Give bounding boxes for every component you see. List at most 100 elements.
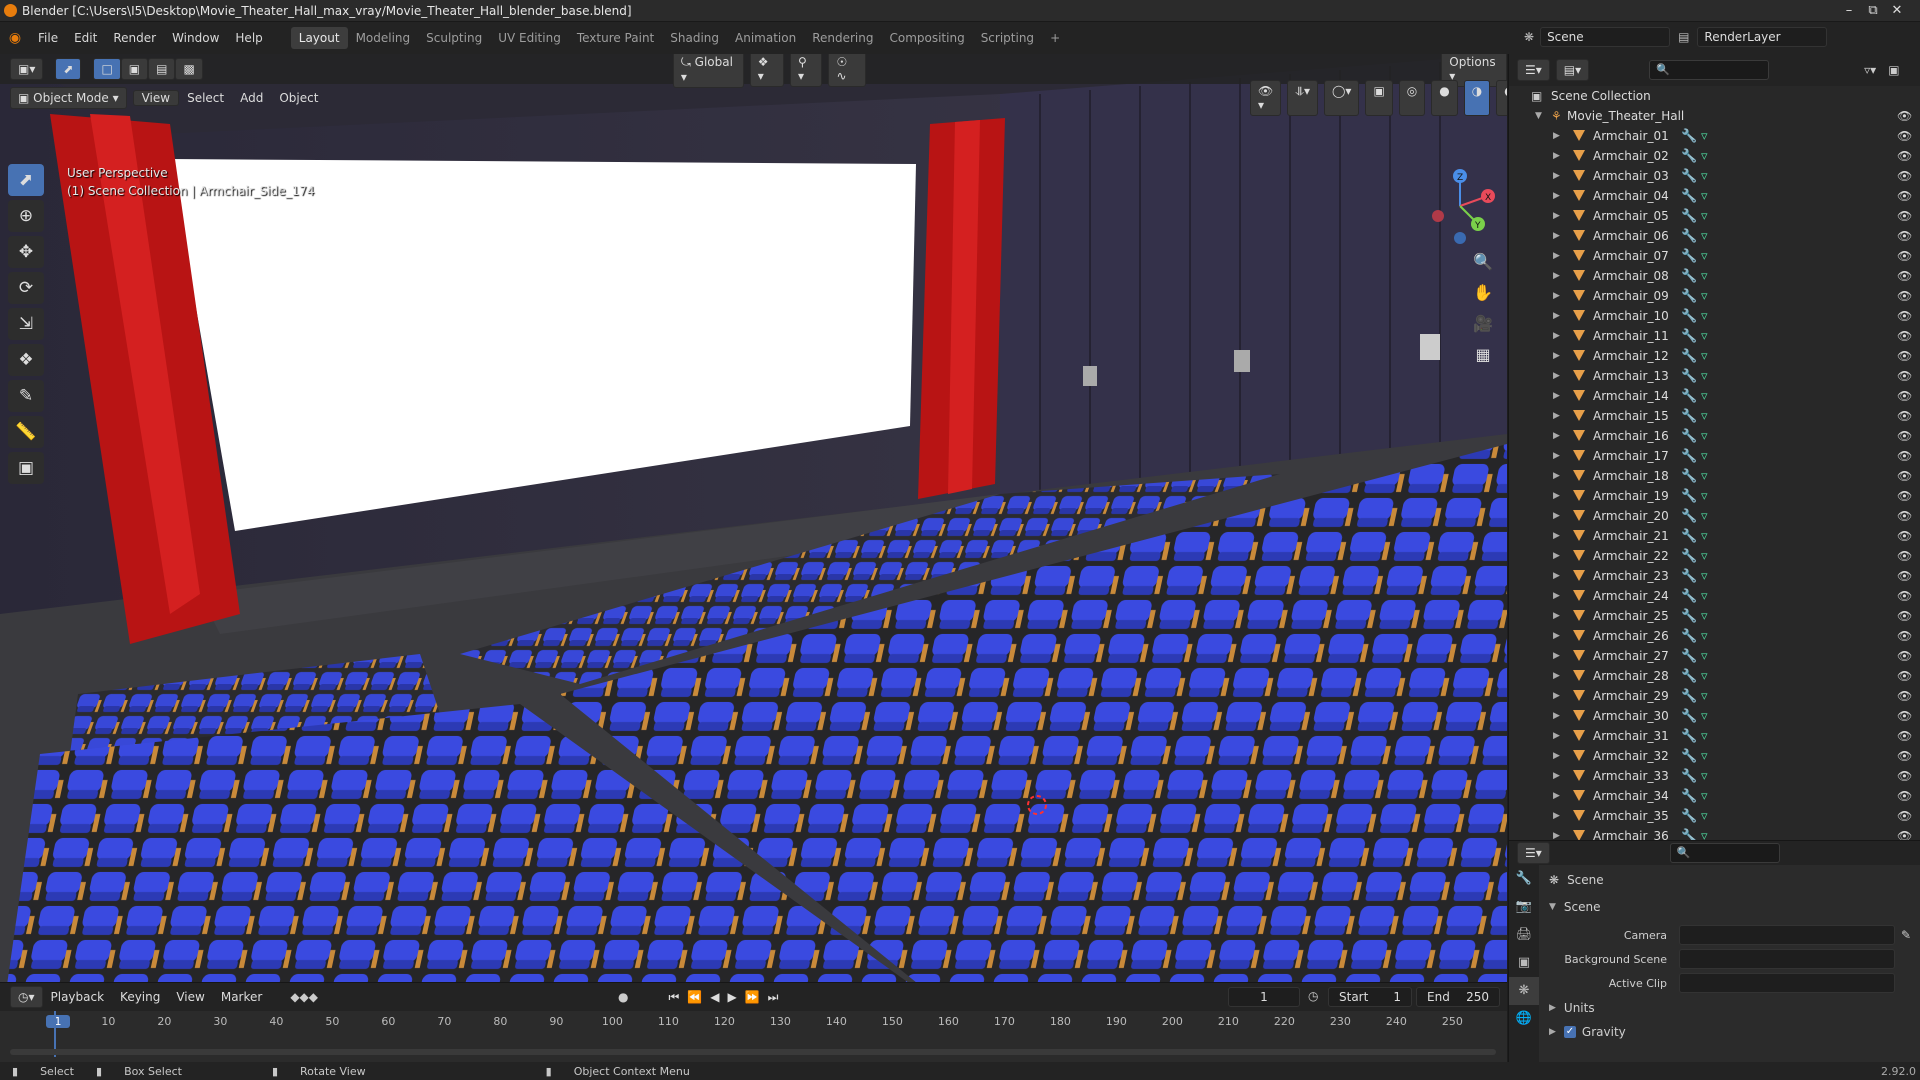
mesh-data-icon[interactable]: ▿	[1701, 829, 1708, 841]
mesh-data-icon[interactable]: ▿	[1701, 609, 1708, 624]
move-tool-icon[interactable]: ✥	[8, 236, 44, 268]
modifier-icon[interactable]: 🔧	[1681, 829, 1697, 841]
modifier-icon[interactable]: 🔧	[1681, 669, 1697, 684]
outliner-item[interactable]: ▶ Armchair_24 🔧 ▿ 👁	[1509, 586, 1920, 606]
outliner-item[interactable]: ▶ Armchair_32 🔧 ▿ 👁	[1509, 746, 1920, 766]
visibility-eye-icon[interactable]: 👁	[1897, 209, 1912, 223]
visibility-eye-icon[interactable]: 👁	[1897, 169, 1912, 183]
mesh-data-icon[interactable]: ▿	[1701, 269, 1708, 284]
menu-help[interactable]: Help	[227, 31, 270, 45]
mesh-data-icon[interactable]: ▿	[1701, 569, 1708, 584]
mesh-data-icon[interactable]: ▿	[1701, 449, 1708, 464]
modifier-icon[interactable]: 🔧	[1681, 689, 1697, 704]
modifier-icon[interactable]: 🔧	[1681, 309, 1697, 324]
visibility-eye-icon[interactable]: 👁	[1897, 189, 1912, 203]
modifier-icon[interactable]: 🔧	[1681, 369, 1697, 384]
mesh-data-icon[interactable]: ▿	[1701, 389, 1708, 404]
mesh-data-icon[interactable]: ▿	[1701, 369, 1708, 384]
outliner-item[interactable]: ▶ Armchair_11 🔧 ▿ 👁	[1509, 326, 1920, 346]
outliner-item[interactable]: ▶ Armchair_03 🔧 ▿ 👁	[1509, 166, 1920, 186]
modifier-icon[interactable]: 🔧	[1681, 249, 1697, 264]
modifier-icon[interactable]: 🔧	[1681, 129, 1697, 144]
menu-select[interactable]: Select	[179, 91, 232, 105]
proportional-toggle[interactable]: ☉ ∿	[828, 54, 867, 87]
blender-menu-icon[interactable]: ◉	[0, 30, 30, 46]
outliner-item[interactable]: ▶ Armchair_22 🔧 ▿ 👁	[1509, 546, 1920, 566]
mesh-data-icon[interactable]: ▿	[1701, 469, 1708, 484]
modifier-icon[interactable]: 🔧	[1681, 449, 1697, 464]
expand-arrow-icon[interactable]: ▶	[1553, 791, 1560, 801]
tab-shading[interactable]: Shading	[662, 27, 727, 49]
expand-arrow-icon[interactable]: ▶	[1553, 391, 1560, 401]
modifier-icon[interactable]: 🔧	[1681, 389, 1697, 404]
outliner-item[interactable]: ▶ Armchair_05 🔧 ▿ 👁	[1509, 206, 1920, 226]
expand-arrow-icon[interactable]: ▶	[1553, 451, 1560, 461]
modifier-icon[interactable]: 🔧	[1681, 189, 1697, 204]
properties-search-input[interactable]: 🔍	[1669, 843, 1780, 863]
tab-rendering[interactable]: Rendering	[804, 27, 881, 49]
gravity-checkbox[interactable]: ✓	[1563, 1026, 1576, 1038]
active-clip-field[interactable]	[1679, 973, 1895, 993]
mesh-data-icon[interactable]: ▿	[1701, 309, 1708, 324]
expand-arrow-icon[interactable]: ▶	[1553, 531, 1560, 541]
editor-type-icon[interactable]: ▣▾	[10, 58, 44, 80]
modifier-icon[interactable]: 🔧	[1681, 569, 1697, 584]
visibility-eye-icon[interactable]: 👁	[1897, 649, 1912, 663]
properties-editor-icon[interactable]: ☰▾	[1517, 842, 1550, 864]
outliner-item[interactable]: ▶ Armchair_09 🔧 ▿ 👁	[1509, 286, 1920, 306]
add-workspace-button[interactable]: +	[1042, 27, 1068, 49]
orientation-dropdown[interactable]: ⤿ Global ▾	[672, 54, 744, 88]
gravity-panel-header[interactable]: ▶ ✓ Gravity	[1549, 1025, 1626, 1039]
measure-tool-icon[interactable]: 📏	[8, 416, 44, 448]
transform-tool-icon[interactable]: ❖	[8, 344, 44, 376]
new-collection-icon[interactable]: ▣	[1888, 63, 1899, 77]
output-tab-icon[interactable]: 🖨	[1509, 921, 1539, 949]
modifier-icon[interactable]: 🔧	[1681, 649, 1697, 664]
playback-controls-icon[interactable]: ⏮⏪◀▶⏩⏭	[669, 990, 787, 1005]
expand-arrow-icon[interactable]: ▶	[1553, 751, 1560, 761]
modifier-icon[interactable]: 🔧	[1681, 529, 1697, 544]
navigation-gizmo[interactable]: Z X Y	[1420, 166, 1500, 246]
expand-arrow-icon[interactable]: ▶	[1553, 591, 1560, 601]
visibility-eye-icon[interactable]: 👁	[1897, 589, 1912, 603]
outliner-item[interactable]: ▶ Armchair_30 🔧 ▿ 👁	[1509, 706, 1920, 726]
expand-arrow-icon[interactable]: ▶	[1553, 571, 1560, 581]
mesh-data-icon[interactable]: ▿	[1701, 529, 1708, 544]
outliner-item[interactable]: ▶ Armchair_04 🔧 ▿ 👁	[1509, 186, 1920, 206]
mesh-data-icon[interactable]: ▿	[1701, 649, 1708, 664]
expand-arrow-icon[interactable]: ▶	[1553, 471, 1560, 481]
mesh-data-icon[interactable]: ▿	[1701, 249, 1708, 264]
mesh-data-icon[interactable]: ▿	[1701, 329, 1708, 344]
outliner-item[interactable]: ▶ Armchair_18 🔧 ▿ 👁	[1509, 466, 1920, 486]
menu-window[interactable]: Window	[164, 31, 227, 45]
mesh-data-icon[interactable]: ▿	[1701, 409, 1708, 424]
outliner-item[interactable]: ▶ Armchair_27 🔧 ▿ 👁	[1509, 646, 1920, 666]
outliner-collection[interactable]: ▼ ⚘ Movie_Theater_Hall 👁	[1509, 106, 1920, 126]
expand-arrow-icon[interactable]: ▶	[1553, 291, 1560, 301]
outliner-root[interactable]: ▣ Scene Collection	[1509, 86, 1920, 106]
mesh-data-icon[interactable]: ▿	[1701, 509, 1708, 524]
modifier-icon[interactable]: 🔧	[1681, 489, 1697, 504]
modifier-icon[interactable]: 🔧	[1681, 749, 1697, 764]
outliner-item[interactable]: ▶ Armchair_02 🔧 ▿ 👁	[1509, 146, 1920, 166]
expand-arrow-icon[interactable]: ▶	[1553, 351, 1560, 361]
visibility-eye-icon[interactable]: 👁	[1897, 269, 1912, 283]
menu-marker[interactable]: Marker	[213, 990, 270, 1004]
mesh-data-icon[interactable]: ▿	[1701, 749, 1708, 764]
camera-field[interactable]	[1679, 925, 1895, 945]
menu-render[interactable]: Render	[105, 31, 164, 45]
outliner-item[interactable]: ▶ Armchair_01 🔧 ▿ 👁	[1509, 126, 1920, 146]
current-frame-marker[interactable]: 1	[46, 1015, 70, 1028]
mesh-data-icon[interactable]: ▿	[1701, 429, 1708, 444]
mesh-data-icon[interactable]: ▿	[1701, 169, 1708, 184]
mesh-data-icon[interactable]: ▿	[1701, 209, 1708, 224]
expand-arrow-icon[interactable]: ▶	[1553, 651, 1560, 661]
modifier-icon[interactable]: 🔧	[1681, 809, 1697, 824]
eyedropper-icon[interactable]: ✎	[1901, 928, 1911, 942]
outliner-item[interactable]: ▶ Armchair_17 🔧 ▿ 👁	[1509, 446, 1920, 466]
timeline-editor-icon[interactable]: ◷▾	[10, 986, 43, 1008]
select-tool-icon[interactable]: ⬈	[55, 58, 82, 80]
mode-dropdown[interactable]: ▣ Object Mode ▾	[10, 87, 127, 109]
outliner-item[interactable]: ▶ Armchair_20 🔧 ▿ 👁	[1509, 506, 1920, 526]
outliner-item[interactable]: ▶ Armchair_15 🔧 ▿ 👁	[1509, 406, 1920, 426]
